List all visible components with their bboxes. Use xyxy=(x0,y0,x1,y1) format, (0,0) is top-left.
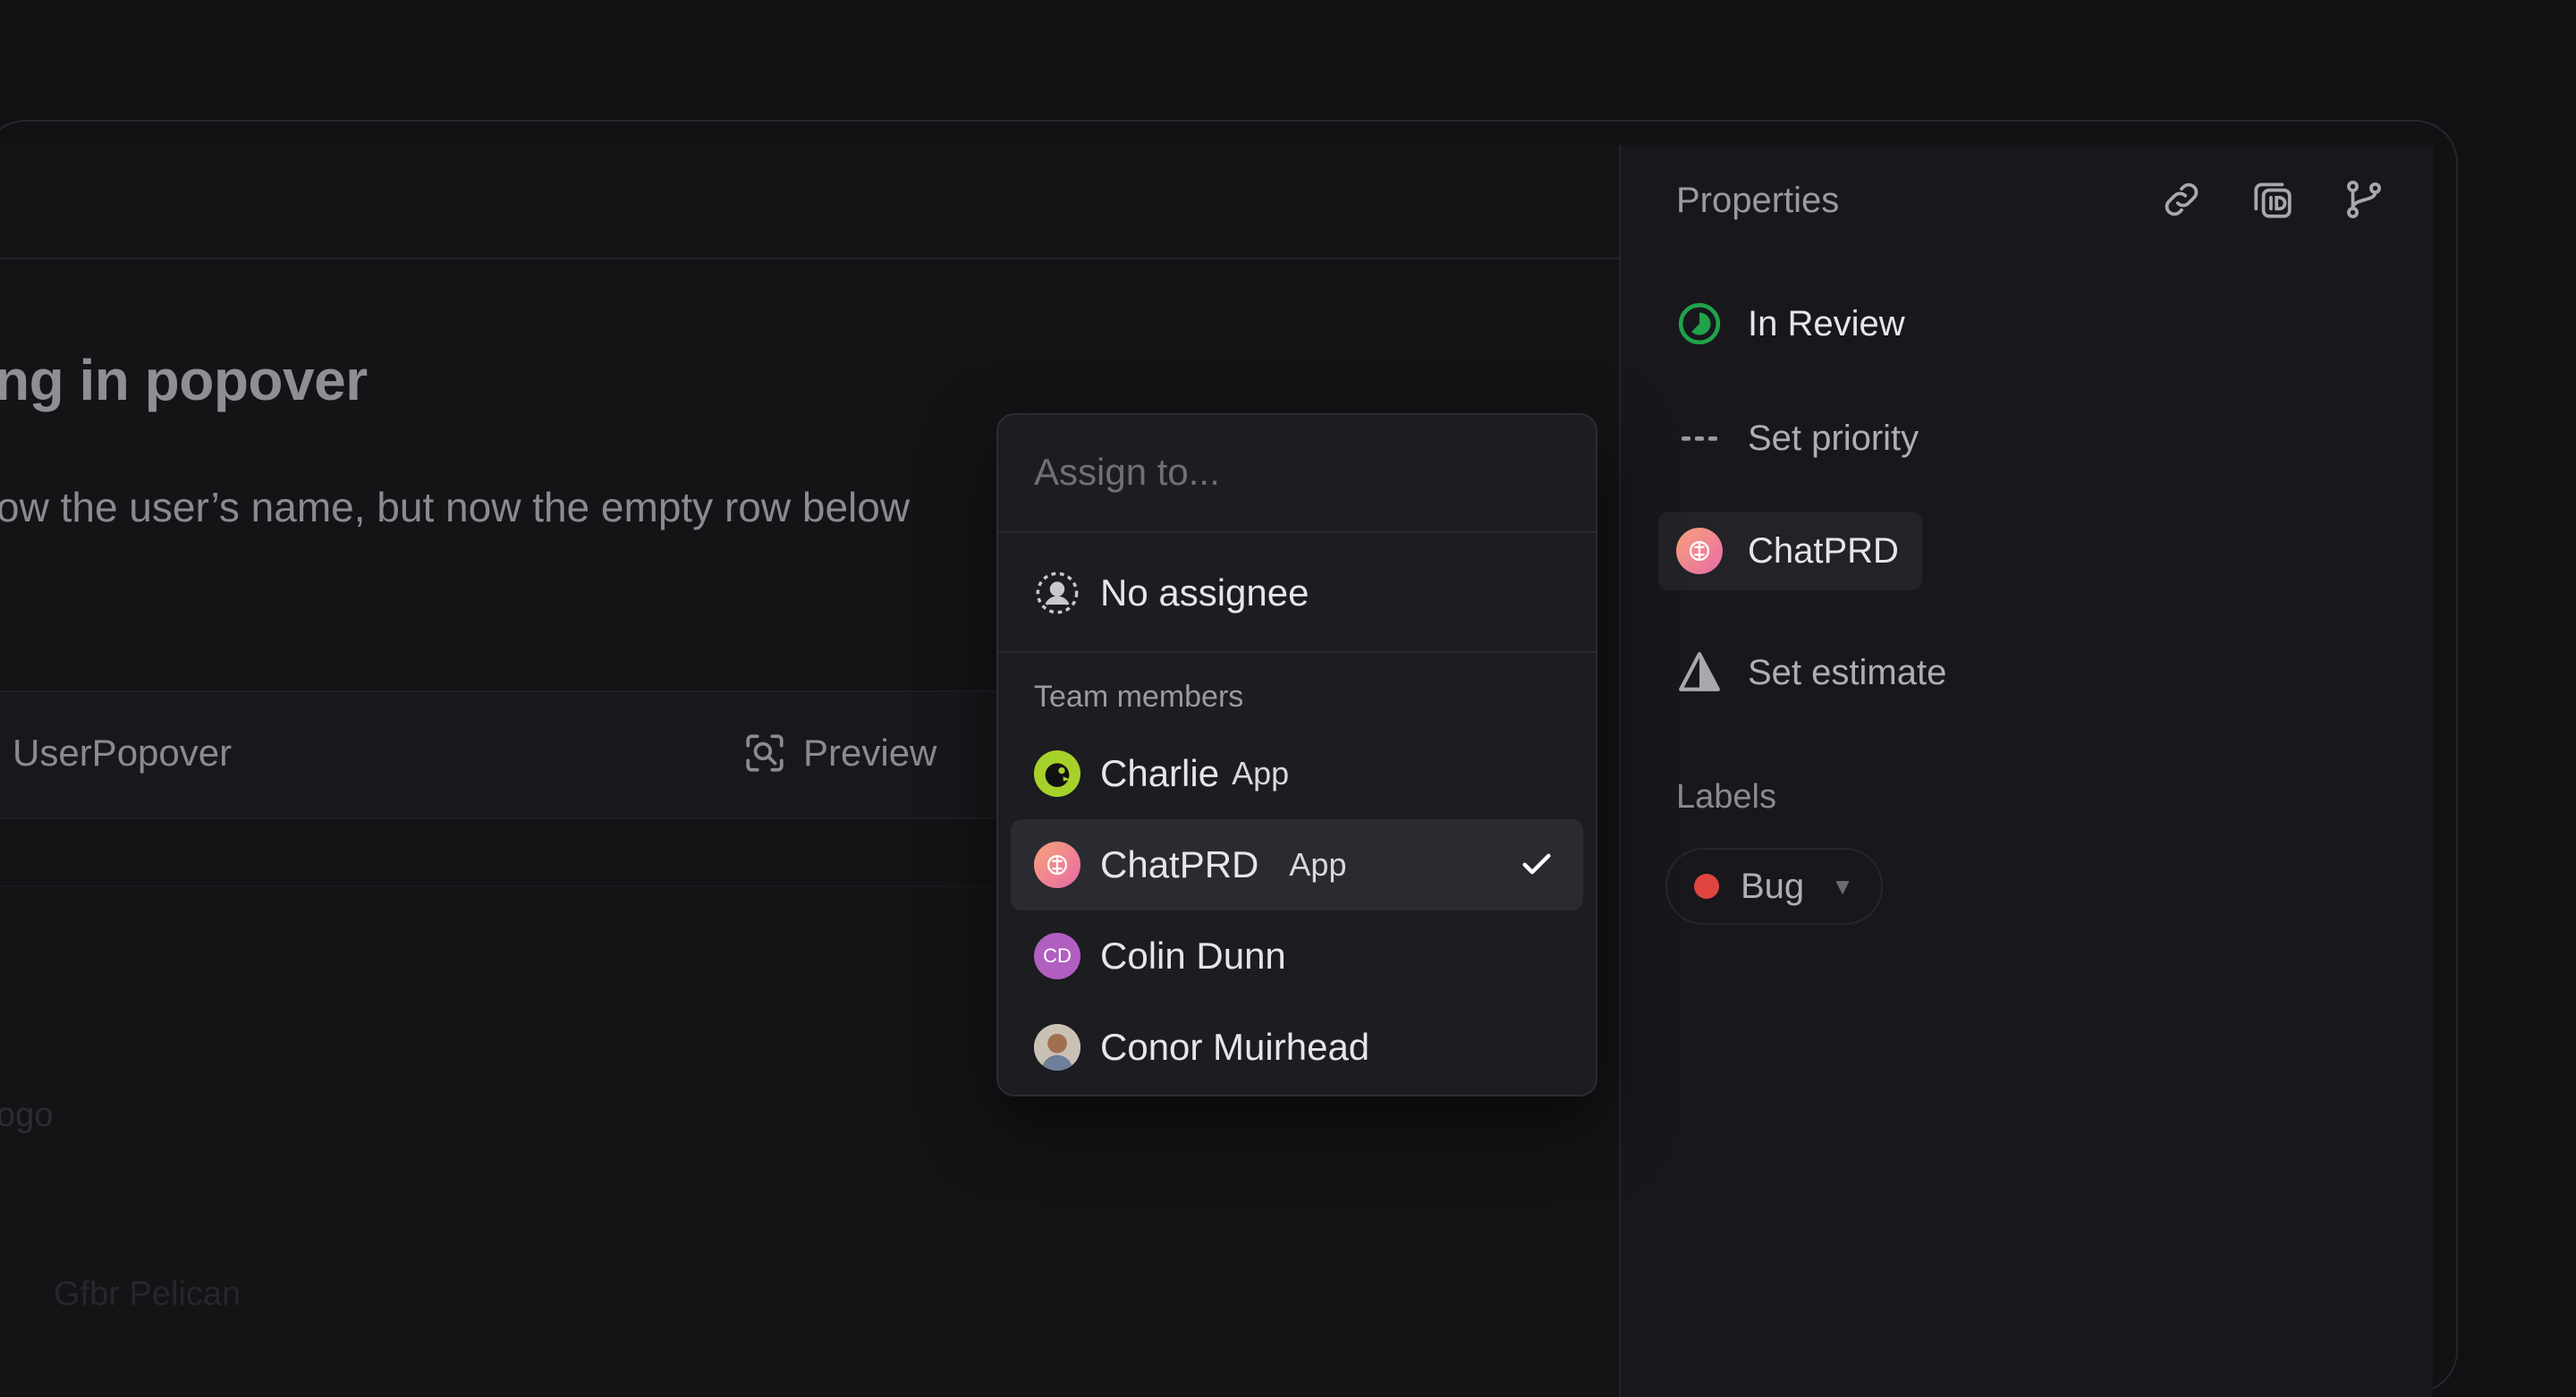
sidebar-actions xyxy=(2159,177,2386,222)
labels-title: Labels xyxy=(1676,778,1776,816)
no-priority-icon xyxy=(1676,415,1723,461)
member-option-chatprd[interactable]: ChatPRD App xyxy=(1011,819,1583,910)
member-name: ChatPRD xyxy=(1100,843,1259,885)
assign-search-input[interactable]: Assign to... xyxy=(1034,451,1220,494)
faint-text: ogo xyxy=(0,1096,54,1134)
no-assignee-option[interactable]: No assignee xyxy=(1011,547,1583,639)
preview-icon xyxy=(746,734,784,772)
member-name: Charlie xyxy=(1100,752,1220,794)
estimate-property[interactable]: Set estimate xyxy=(1676,646,1946,699)
assignee-label: ChatPRD xyxy=(1748,530,1899,571)
conor-avatar xyxy=(1034,1024,1080,1071)
status-property[interactable]: In Review xyxy=(1676,297,1905,351)
preview-button[interactable]: Preview xyxy=(742,726,936,780)
properties-sidebar: Properties In Review Set priority ChatPR… xyxy=(1619,145,2433,1397)
charlie-avatar xyxy=(1034,750,1080,797)
no-assignee-icon xyxy=(1034,570,1080,616)
faint-text: Gfbr Pelican xyxy=(54,1275,242,1313)
app-tag: App xyxy=(1232,755,1290,792)
colin-avatar: CD xyxy=(1034,933,1080,979)
avatar-initials: CD xyxy=(1043,944,1072,967)
status-label: In Review xyxy=(1748,303,1905,343)
issue-description[interactable]: ow the user’s name, but now the empty ro… xyxy=(0,483,910,531)
assign-popover: Assign to... No assignee Team members Ch… xyxy=(996,413,1597,1096)
properties-title: Properties xyxy=(1676,181,1840,220)
link-icon[interactable] xyxy=(2159,177,2204,222)
copy-id-icon[interactable] xyxy=(2250,177,2295,222)
preview-label: Preview xyxy=(803,732,937,774)
label-name: Bug xyxy=(1741,866,1805,906)
priority-property[interactable]: Set priority xyxy=(1676,411,1919,465)
assignee-property[interactable]: ChatPRD xyxy=(1658,512,1922,590)
attachment-name[interactable]: UserPopover xyxy=(13,732,232,775)
no-assignee-label: No assignee xyxy=(1100,572,1309,614)
estimate-label: Set estimate xyxy=(1748,652,1947,692)
member-option-colin-dunn[interactable]: CD Colin Dunn xyxy=(1011,910,1583,1002)
attachment-bar: UserPopover Preview xyxy=(0,690,1091,819)
chatprd-avatar xyxy=(1676,528,1723,574)
member-name: Colin Dunn xyxy=(1100,935,1286,977)
caret-down-icon: ▼ xyxy=(1831,872,1854,900)
in-review-icon xyxy=(1676,301,1723,347)
label-chip-bug[interactable]: Bug ▼ xyxy=(1665,848,1883,925)
estimate-icon xyxy=(1676,649,1723,696)
checkmark-icon xyxy=(1522,853,1551,875)
member-option-charlie[interactable]: Charlie App xyxy=(1011,728,1583,819)
issue-title[interactable]: ng in popover xyxy=(0,347,368,413)
issue-description-text: ow the user’s name, but now the empty ro… xyxy=(0,484,911,530)
app-tag: App xyxy=(1289,846,1347,883)
header-divider xyxy=(0,258,1619,259)
git-branch-icon[interactable] xyxy=(2342,177,2386,222)
divider xyxy=(998,531,1596,533)
label-color-dot xyxy=(1694,874,1719,899)
member-name: Conor Muirhead xyxy=(1100,1026,1370,1068)
member-option-conor-muirhead[interactable]: Conor Muirhead xyxy=(1011,1002,1583,1093)
divider xyxy=(998,651,1596,653)
divider xyxy=(0,885,1002,887)
team-members-heading: Team members xyxy=(1034,680,1244,714)
chatprd-avatar xyxy=(1034,842,1080,888)
priority-label: Set priority xyxy=(1748,418,1919,458)
